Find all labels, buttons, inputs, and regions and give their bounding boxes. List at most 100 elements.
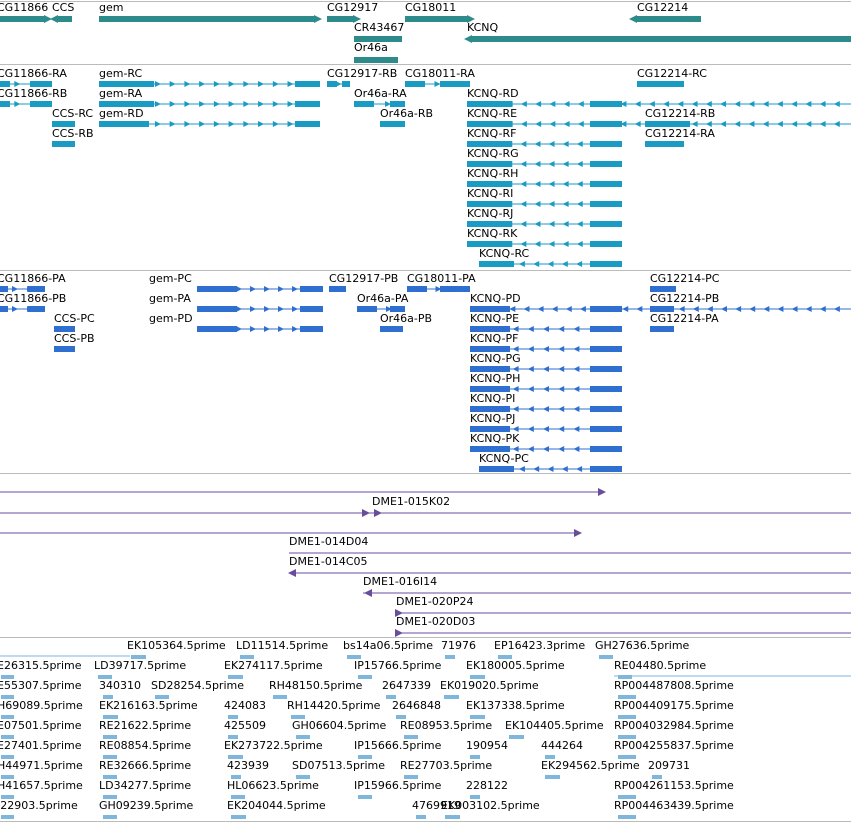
est-label-ek273722-5prime[interactable]: EK273722.5prime — [224, 740, 323, 752]
gene-cg11866-bar[interactable] — [0, 16, 44, 22]
est-feature-71976[interactable] — [445, 655, 455, 659]
est-label-re21622-5prime[interactable]: RE21622.5prime — [99, 720, 191, 732]
est-label-ek105364-5prime[interactable]: EK105364.5prime — [127, 640, 226, 652]
protein-label-gem-pd[interactable]: gem-PD — [149, 313, 193, 325]
clone-label-dme1-020p24[interactable]: DME1-020P24 — [396, 596, 474, 608]
transcript-label-cg12214-rb[interactable]: CG12214-RB — [645, 108, 715, 120]
protein-label-cg11866-pb[interactable]: CG11866-PB — [0, 293, 66, 305]
protein-gem-pa-exon[interactable] — [197, 306, 237, 312]
clone-label-dme1-020d03[interactable]: DME1-020D03 — [396, 616, 475, 628]
transcript-label-kcnq-rh[interactable]: KCNQ-RH — [467, 168, 518, 180]
est-label-re08854-5prime[interactable]: RE08854.5prime — [99, 740, 191, 752]
gene-label-cg18011[interactable]: CG18011 — [405, 2, 456, 14]
est-label-ld39717-5prime[interactable]: LD39717.5prime — [94, 660, 186, 672]
transcript-label-gem-rd[interactable]: gem-RD — [99, 108, 144, 120]
gene-or46a-bar[interactable] — [354, 57, 398, 63]
est-label-340310[interactable]: 340310 — [99, 680, 141, 692]
gene-label-cg12214[interactable]: CG12214 — [637, 2, 688, 14]
protein-label-kcnq-pf[interactable]: KCNQ-PF — [470, 333, 518, 345]
est-label-424083[interactable]: 424083 — [224, 700, 266, 712]
est-label-ip15666-5prime[interactable]: IP15666.5prime — [354, 740, 441, 752]
protein-label-cg18011-pa[interactable]: CG18011-PA — [407, 273, 476, 285]
est-label-2646848[interactable]: 2646848 — [392, 700, 441, 712]
transcript-label-kcnq-rc[interactable]: KCNQ-RC — [479, 248, 529, 260]
gene-kcnq-bar[interactable] — [472, 36, 851, 42]
protein-label-kcnq-pc[interactable]: KCNQ-PC — [479, 453, 529, 465]
transcript-label-or46a-rb[interactable]: Or46a-RB — [380, 108, 433, 120]
est-label-re08953-5prime[interactable]: RE08953.5prime — [400, 720, 492, 732]
est-label-209731[interactable]: 209731 — [648, 760, 690, 772]
transcript-label-cg18011-ra[interactable]: CG18011-RA — [405, 68, 475, 80]
protein-label-kcnq-pe[interactable]: KCNQ-PE — [470, 313, 519, 325]
transcript-label-cg12214-ra[interactable]: CG12214-RA — [645, 128, 715, 140]
clone-label-dme1-015k02[interactable]: DME1-015K02 — [372, 496, 450, 508]
est-label-2647339[interactable]: 2647339 — [382, 680, 431, 692]
est-label-rp004255837-5prime[interactable]: RP004255837.5prime — [614, 740, 734, 752]
protein-label-kcnq-pj[interactable]: KCNQ-PJ — [470, 413, 515, 425]
est-label-ip15966-5prime[interactable]: IP15966.5prime — [354, 780, 441, 792]
gene-cg18011-bar[interactable] — [405, 16, 467, 22]
est-label-ek104405-5prime[interactable]: EK104405.5prime — [505, 720, 604, 732]
transcript-label-kcnq-rd[interactable]: KCNQ-RD — [467, 88, 519, 100]
transcript-label-kcnq-re[interactable]: KCNQ-RE — [467, 108, 517, 120]
protein-label-ccs-pc[interactable]: CCS-PC — [54, 313, 95, 325]
protein-gem-pc-exon[interactable] — [197, 286, 237, 292]
est-label-ek003102-5prime[interactable]: EK003102.5prime — [441, 800, 540, 812]
est-feature-ek104405-5prime[interactable] — [509, 735, 524, 739]
est-label-ek274117-5prime[interactable]: EK274117.5prime — [224, 660, 323, 672]
est-label-rp004463439-5prime[interactable]: RP004463439.5prime — [614, 800, 734, 812]
est-feature-rp004463439-5prime[interactable] — [618, 815, 636, 819]
est-label-rp004032984-5prime[interactable]: RP004032984.5prime — [614, 720, 734, 732]
est-feature-ek294562-5prime[interactable] — [545, 775, 560, 779]
protein-label-cg12214-pb[interactable]: CG12214-PB — [650, 293, 719, 305]
protein-cg11866-pb-exon[interactable] — [0, 306, 8, 312]
est-label-h44971-5prime[interactable]: H44971.5prime — [0, 760, 83, 772]
est-label-h69089-5prime[interactable]: H69089.5prime — [0, 700, 83, 712]
transcript-label-cg11866-ra[interactable]: CG11866-RA — [0, 68, 67, 80]
est-feature-gh09239-5prime[interactable] — [103, 815, 117, 819]
transcript-label-kcnq-rj[interactable]: KCNQ-RJ — [467, 208, 513, 220]
est-label-ld34277-5prime[interactable]: LD34277.5prime — [99, 780, 191, 792]
est-label-e26315-5prime[interactable]: E26315.5prime — [0, 660, 81, 672]
est-label-425509[interactable]: 425509 — [224, 720, 266, 732]
protein-label-cg12214-pa[interactable]: CG12214-PA — [650, 313, 719, 325]
protein-label-cg12214-pc[interactable]: CG12214-PC — [650, 273, 719, 285]
transcript-label-kcnq-rg[interactable]: KCNQ-RG — [467, 148, 519, 160]
gene-label-gem[interactable]: gem — [99, 2, 123, 14]
est-label-rp004487808-5prime[interactable]: RP004487808.5prime — [614, 680, 734, 692]
clone-label-dme1-016i14[interactable]: DME1-016I14 — [363, 576, 437, 588]
gene-ccs-bar[interactable] — [58, 16, 72, 22]
est-label-e27401-5prime[interactable]: E27401.5prime — [0, 740, 81, 752]
est-label-re04480-5prime[interactable]: RE04480.5prime — [614, 660, 706, 672]
est-label-71976[interactable]: 71976 — [441, 640, 476, 652]
protein-gem-pd-exon[interactable] — [197, 326, 237, 332]
est-label-ek180005-5prime[interactable]: EK180005.5prime — [466, 660, 565, 672]
transcript-cg11866-rb-exon[interactable] — [0, 101, 10, 107]
protein-label-kcnq-pi[interactable]: KCNQ-PI — [470, 393, 515, 405]
est-label-sd07513-5prime[interactable]: SD07513.5prime — [292, 760, 385, 772]
est-label-ek137338-5prime[interactable]: EK137338.5prime — [466, 700, 565, 712]
est-label-gh09239-5prime[interactable]: GH09239.5prime — [99, 800, 193, 812]
est-label-ek294562-5prime[interactable]: EK294562.5prime — [541, 760, 640, 772]
protein-label-gem-pc[interactable]: gem-PC — [149, 273, 192, 285]
est-label-e55307-5prime[interactable]: E55307.5prime — [0, 680, 81, 692]
est-feature-4769919[interactable] — [416, 815, 426, 819]
est-label-rh48150-5prime[interactable]: RH48150.5prime — [269, 680, 362, 692]
est-label-re32666-5prime[interactable]: RE32666.5prime — [99, 760, 191, 772]
protein-label-gem-pa[interactable]: gem-PA — [149, 293, 191, 305]
est-label-ek204044-5prime[interactable]: EK204044.5prime — [227, 800, 326, 812]
est-label-ek019020-5prime[interactable]: EK019020.5prime — [440, 680, 539, 692]
est-feature-i22903-5prime[interactable] — [1, 815, 14, 819]
est-label-ek216163-5prime[interactable]: EK216163.5prime — [99, 700, 198, 712]
transcript-label-gem-rc[interactable]: gem-RC — [99, 68, 142, 80]
est-label-190954[interactable]: 190954 — [466, 740, 508, 752]
gene-label-cg12917[interactable]: CG12917 — [327, 2, 378, 14]
est-label-i22903-5prime[interactable]: I22903.5prime — [0, 800, 78, 812]
gene-gem-bar[interactable] — [99, 16, 314, 22]
protein-label-kcnq-ph[interactable]: KCNQ-PH — [470, 373, 520, 385]
est-label-gh06604-5prime[interactable]: GH06604.5prime — [292, 720, 386, 732]
transcript-label-cg11866-rb[interactable]: CG11866-RB — [0, 88, 67, 100]
gene-cg12214-bar[interactable] — [637, 16, 701, 22]
est-feature-ek204044-5prime[interactable] — [231, 815, 246, 819]
gene-label-ccs[interactable]: CCS — [52, 2, 74, 14]
